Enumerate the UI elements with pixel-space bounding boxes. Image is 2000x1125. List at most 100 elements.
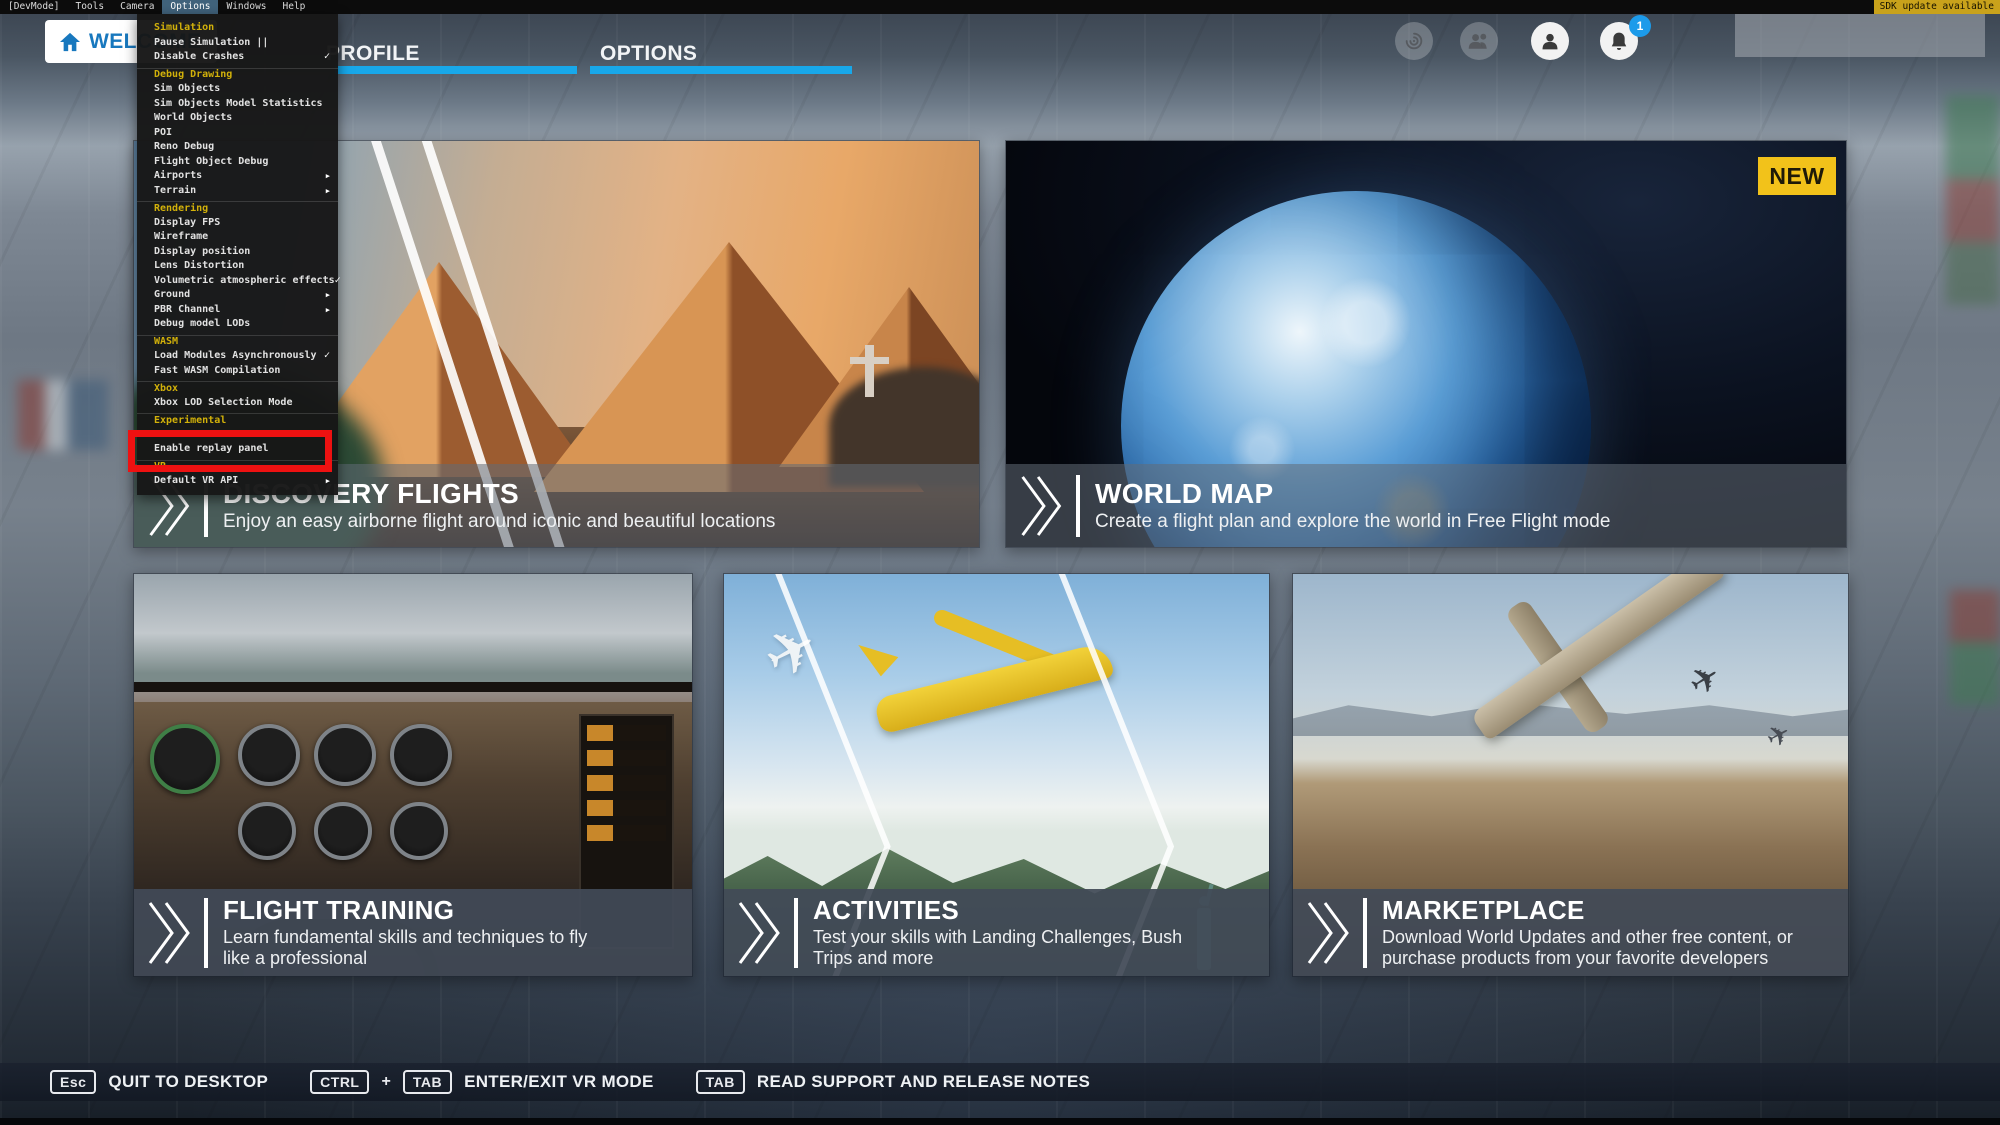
bottom-hint-bar: Esc QUIT TO DESKTOP CTRL + TAB ENTER/EXI… — [0, 1063, 2000, 1101]
check-icon: ✓ — [335, 274, 341, 289]
submenu-arrow-icon: ▶ — [326, 169, 330, 184]
menu-item-sim-objects-model-statistics[interactable]: Sim Objects Model Statistics — [137, 97, 338, 112]
home-icon — [59, 32, 81, 52]
card-title: WORLD MAP — [1095, 479, 1610, 508]
card-marketplace[interactable]: ✈ ✈ MARKETPLACE Download World Updates a… — [1292, 573, 1849, 977]
submenu-arrow-icon: ▶ — [326, 288, 330, 303]
cockpit-gauge — [390, 724, 452, 786]
menu-item-ground[interactable]: Ground▶ — [137, 288, 338, 303]
card-activities[interactable]: ✈ ACTIVITIES Test your skills with Landi… — [723, 573, 1270, 977]
multiplayer-button[interactable] — [1460, 22, 1498, 60]
tab-profile-underline — [335, 66, 577, 74]
menu-item-display-fps[interactable]: Display FPS — [137, 216, 338, 231]
card-title: FLIGHT TRAINING — [223, 897, 588, 924]
screen-bottom-edge — [0, 1118, 2000, 1125]
menubar-item-help[interactable]: Help — [275, 0, 314, 14]
menu-item-load-modules-asynchronously[interactable]: Load Modules Asynchronously✓ — [137, 349, 338, 364]
caption-divider — [204, 898, 208, 968]
check-icon: ✓ — [324, 50, 330, 65]
radio-display — [587, 750, 666, 766]
menu-label: Xbox — [154, 382, 330, 397]
card-description: Test your skills with Landing Challenges… — [813, 927, 1218, 967]
menu-section-xbox: Xbox — [137, 381, 338, 396]
menu-item-xbox-lod-selection-mode[interactable]: Xbox LOD Selection Mode — [137, 396, 338, 411]
card-title: ACTIVITIES — [813, 897, 1218, 924]
menu-label: Disable Crashes — [154, 50, 324, 65]
menu-label: World Objects — [154, 111, 330, 126]
menu-label: Ground — [154, 288, 326, 303]
menu-item-reno-debug[interactable]: Reno Debug — [137, 140, 338, 155]
hangar-flag-blur-lower — [1950, 590, 2000, 705]
menu-label: Pause Simulation || — [154, 36, 330, 51]
sdk-update-badge[interactable]: SDK update available — [1874, 0, 2000, 14]
menu-label: Display position — [154, 245, 330, 260]
card-description: Create a flight plan and explore the wor… — [1095, 511, 1610, 532]
menu-item-disable-crashes[interactable]: Disable Crashes✓ — [137, 50, 338, 65]
menu-item-pbr-channel[interactable]: PBR Channel▶ — [137, 303, 338, 318]
menu-item-terrain[interactable]: Terrain▶ — [137, 184, 338, 199]
menu-section-simulation: Simulation — [137, 21, 338, 36]
menu-item-world-objects[interactable]: World Objects — [137, 111, 338, 126]
bell-icon — [1609, 31, 1629, 52]
menu-item-sim-objects[interactable]: Sim Objects — [137, 82, 338, 97]
menubar-item-devmode[interactable]: [DevMode] — [0, 0, 67, 14]
menubar-item-tools[interactable]: Tools — [67, 0, 112, 14]
menu-label: POI — [154, 126, 330, 141]
menu-label: Flight Object Debug — [154, 155, 330, 170]
menubar-item-windows[interactable]: Windows — [218, 0, 274, 14]
menu-item-display-position[interactable]: Display position — [137, 245, 338, 260]
menu-section-wasm: WASM — [137, 335, 338, 350]
tab-options-underline — [590, 66, 852, 74]
double-chevron-icon — [1020, 475, 1064, 537]
ctrl-keycap: CTRL — [310, 1070, 369, 1094]
gamertag-box[interactable] — [1735, 14, 1985, 57]
annotation-red-box — [128, 430, 332, 472]
card-flight-training[interactable]: FLIGHT TRAINING Learn fundamental skills… — [133, 573, 693, 977]
card-title: MARKETPLACE — [1382, 897, 1812, 924]
tab-keycap: TAB — [403, 1070, 452, 1094]
airliner-silhouette: ✈ — [754, 613, 829, 692]
check-icon: ✓ — [324, 349, 330, 364]
menu-section-experimental: Experimental — [137, 413, 338, 428]
logbook-button[interactable] — [1395, 22, 1433, 60]
hint-quit-to-desktop: Esc QUIT TO DESKTOP — [50, 1070, 268, 1094]
cockpit-gauge — [150, 724, 220, 794]
card-description: Enjoy an easy airborne flight around ico… — [223, 511, 775, 532]
menu-label: Debug model LODs — [154, 317, 330, 332]
devmode-menubar: [DevMode]ToolsCameraOptionsWindowsHelp — [0, 0, 2000, 14]
submenu-arrow-icon: ▶ — [326, 474, 330, 489]
caption-divider — [794, 898, 798, 968]
menu-section-debug-drawing: Debug Drawing — [137, 68, 338, 83]
menu-item-fast-wasm-compilation[interactable]: Fast WASM Compilation — [137, 364, 338, 379]
esc-keycap: Esc — [50, 1070, 96, 1094]
tab-keycap: TAB — [696, 1070, 745, 1094]
menubar-item-options[interactable]: Options — [162, 0, 218, 14]
cockpit-gauge — [390, 802, 448, 860]
card-world-map[interactable]: NEW WORLD MAP Create a flight plan and e… — [1005, 140, 1847, 548]
hangar-flag-blur-right — [1946, 95, 2000, 305]
tab-options[interactable]: OPTIONS — [600, 42, 697, 66]
menu-item-volumetric-atmospheric-effects[interactable]: Volumetric atmospheric effects✓ — [137, 274, 338, 289]
menu-label: Airports — [154, 169, 326, 184]
profile-button[interactable] — [1531, 22, 1569, 60]
menu-item-wireframe[interactable]: Wireframe — [137, 230, 338, 245]
menu-item-default-vr-api[interactable]: Default VR API▶ — [137, 474, 338, 489]
menu-item-pause-simulation[interactable]: Pause Simulation || — [137, 36, 338, 51]
bush-plane-body — [873, 642, 1115, 735]
menu-item-flight-object-debug[interactable]: Flight Object Debug — [137, 155, 338, 170]
menu-label: Load Modules Asynchronously — [154, 349, 324, 364]
plus-sign: + — [381, 1073, 390, 1091]
menu-item-debug-model-lods[interactable]: Debug model LODs — [137, 317, 338, 332]
menu-item-airports[interactable]: Airports▶ — [137, 169, 338, 184]
menubar-item-camera[interactable]: Camera — [112, 0, 162, 14]
card-description: Learn fundamental skills and techniques … — [223, 927, 588, 967]
menu-item-poi[interactable]: POI — [137, 126, 338, 141]
menu-label: Simulation — [154, 21, 330, 36]
tab-profile[interactable]: PROFILE — [326, 42, 420, 66]
hint-label: READ SUPPORT AND RELEASE NOTES — [757, 1072, 1090, 1092]
menu-label: Wireframe — [154, 230, 330, 245]
caption-divider — [1363, 898, 1367, 968]
menu-item-lens-distortion[interactable]: Lens Distortion — [137, 259, 338, 274]
new-badge: NEW — [1758, 157, 1836, 195]
menu-label: Display FPS — [154, 216, 330, 231]
